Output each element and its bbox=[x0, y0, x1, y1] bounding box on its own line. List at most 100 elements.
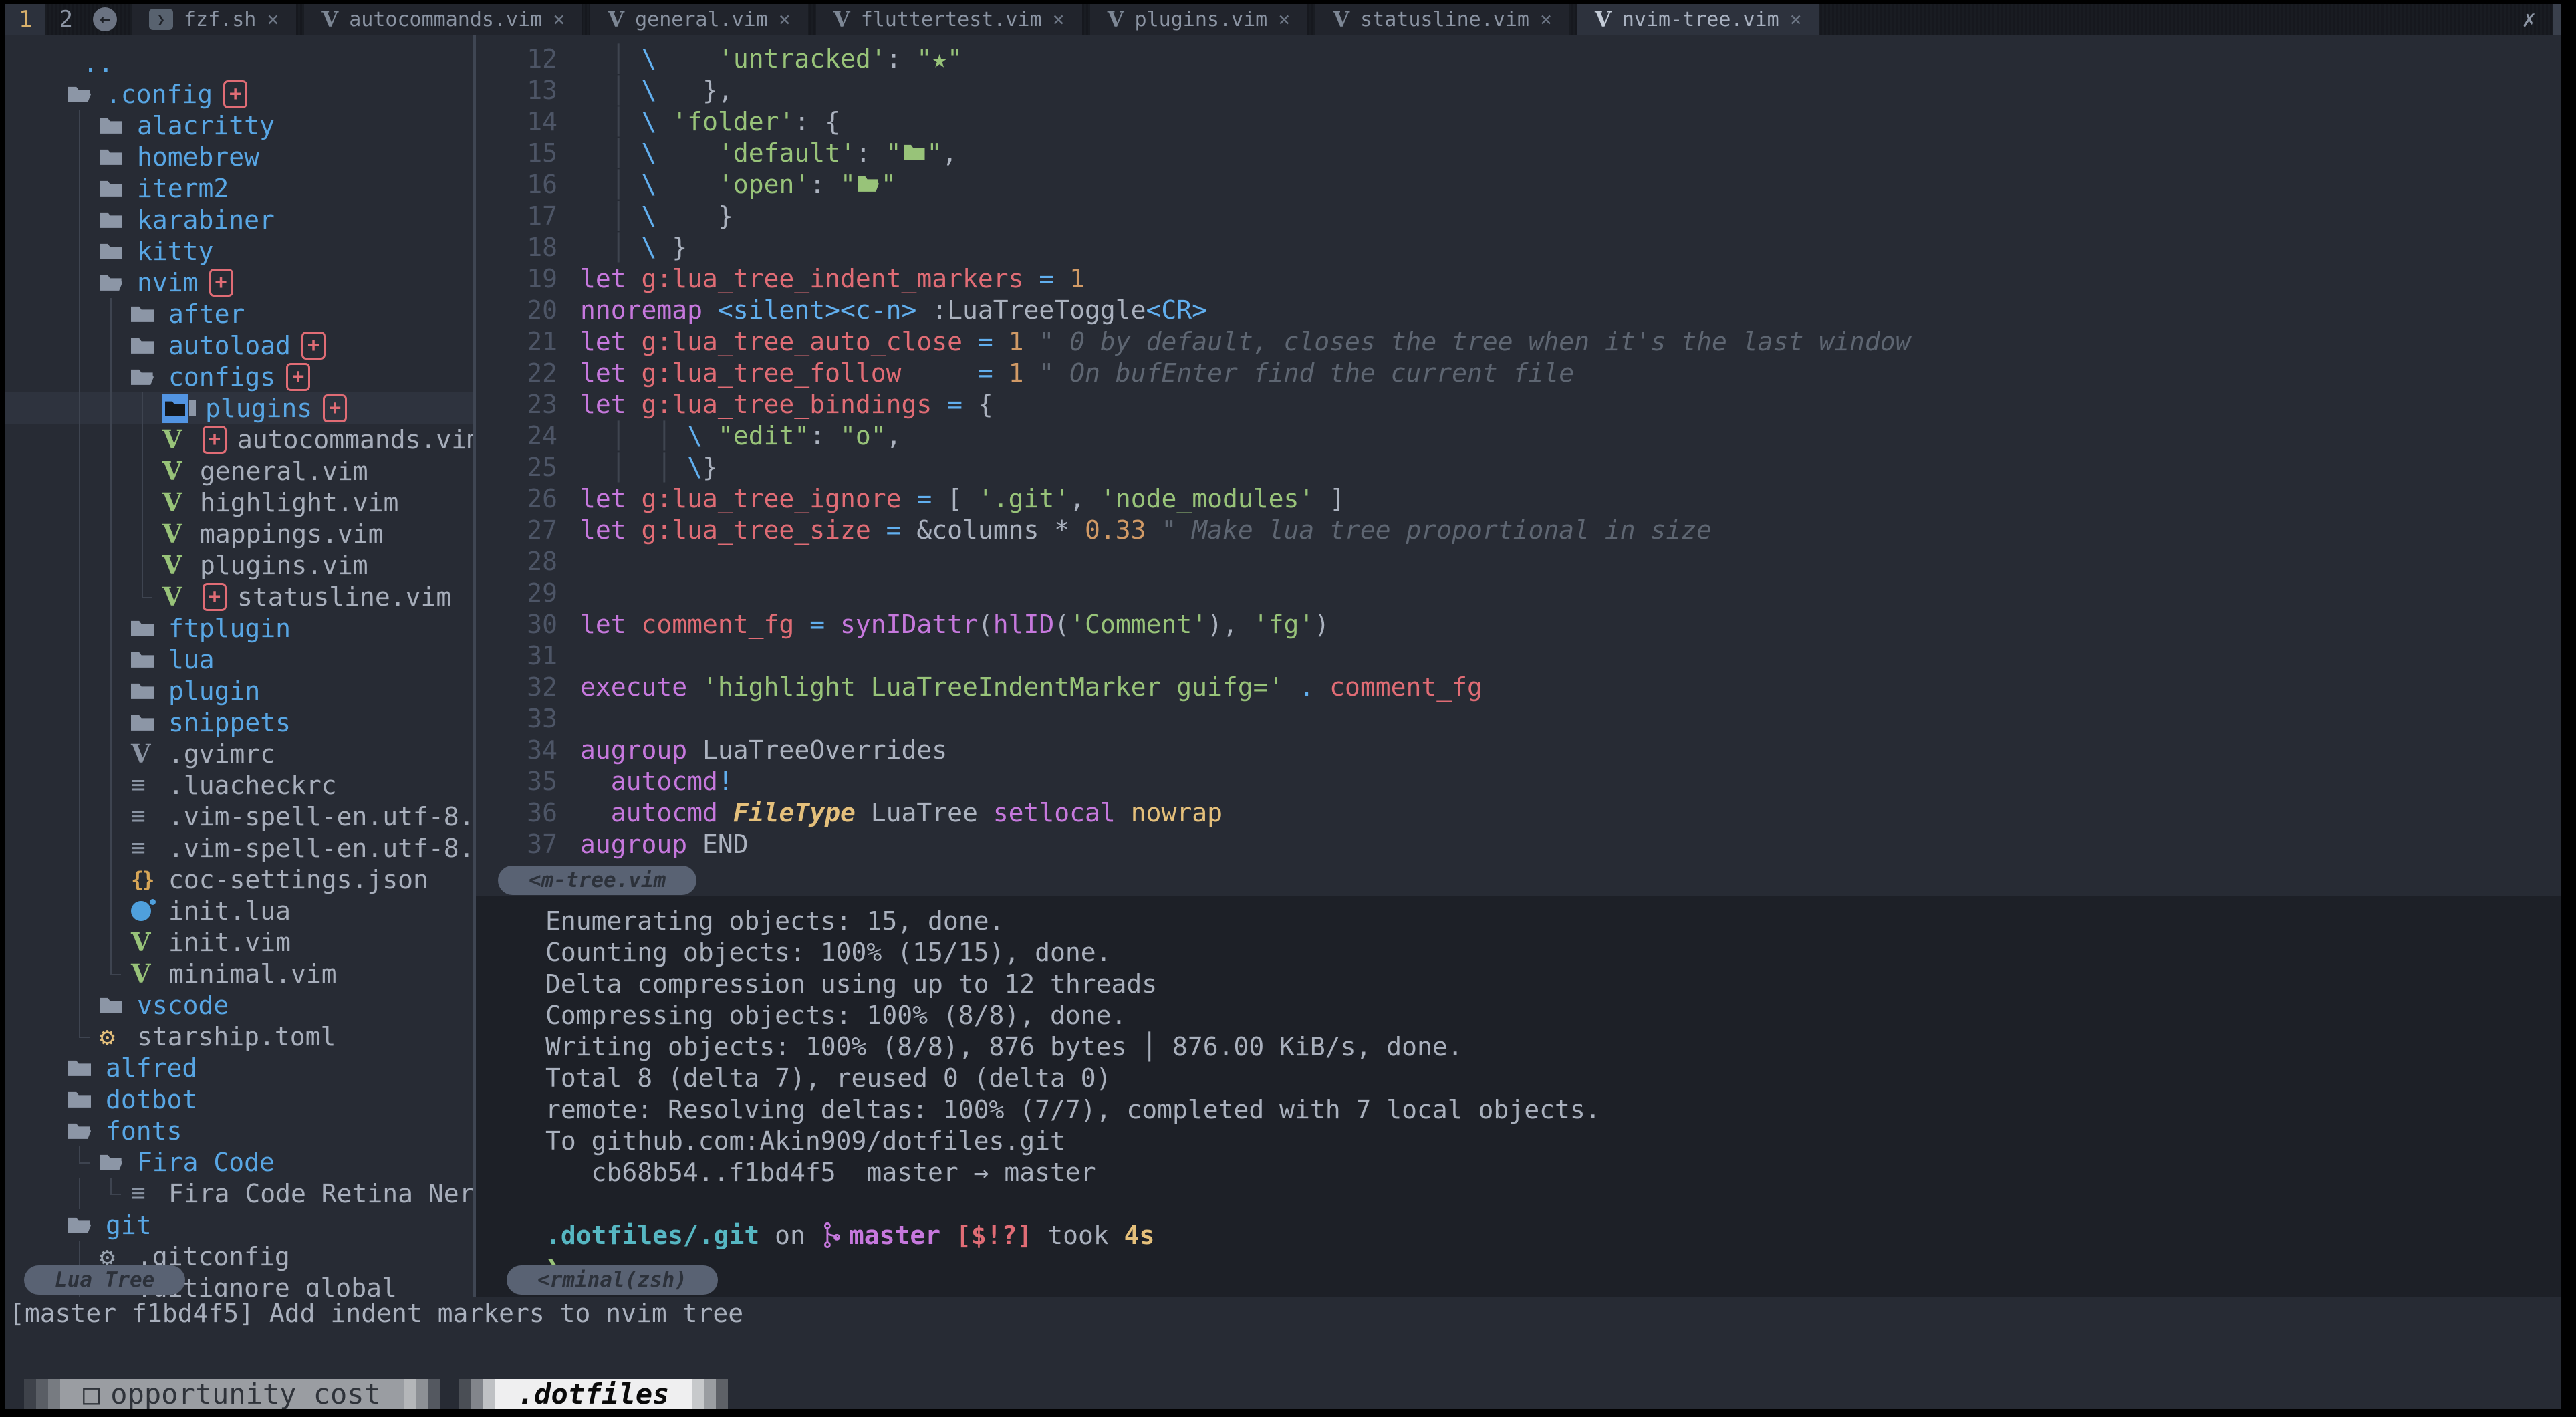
tree-item-.gvimrc[interactable]: V.gvimrc bbox=[5, 738, 473, 769]
tree-item-Fira-Code[interactable]: Fira Code bbox=[5, 1146, 473, 1178]
token: let bbox=[580, 515, 626, 545]
indent-guide bbox=[100, 958, 131, 989]
code-line-23[interactable]: 23let g:lua_tree_bindings = { bbox=[476, 388, 2561, 420]
code-line-34[interactable]: 34augroup LuaTreeOverrides bbox=[476, 734, 2561, 765]
history-back-icon[interactable]: ← bbox=[93, 7, 117, 31]
code-line-37[interactable]: 37augroup END bbox=[476, 828, 2561, 860]
tree-item-starship.toml[interactable]: ⚙starship.toml bbox=[5, 1021, 473, 1052]
code-line-17[interactable]: 17 │ \ } bbox=[476, 200, 2561, 231]
code-line-32[interactable]: 32execute 'highlight LuaTreeIndentMarker… bbox=[476, 671, 2561, 702]
tab-close-icon[interactable]: × bbox=[1540, 8, 1552, 31]
tree-item-label: git bbox=[106, 1210, 152, 1240]
tree-item-mappings.vim[interactable]: Vmappings.vim bbox=[5, 518, 473, 549]
code-line-15[interactable]: 15 │ \ 'default': "", bbox=[476, 137, 2561, 168]
tab-general.vim[interactable]: Vgeneral.vim× bbox=[590, 4, 808, 35]
editor-buffer-pill[interactable]: <m-tree.vim bbox=[498, 866, 696, 895]
code-line-33[interactable]: 33 bbox=[476, 702, 2561, 734]
tree-item-alfred[interactable]: alfred bbox=[5, 1052, 473, 1083]
token bbox=[580, 421, 611, 450]
tree-item-autoload[interactable]: autoload+ bbox=[5, 330, 473, 361]
token bbox=[626, 453, 657, 482]
code-line-30[interactable]: 30let comment_fg = synIDattr(hlID('Comme… bbox=[476, 608, 2561, 640]
tab-statusline.vim[interactable]: Vstatusline.vim× bbox=[1315, 4, 1569, 35]
tree-item-vscode[interactable]: vscode bbox=[5, 989, 473, 1021]
workspace-2[interactable]: 2 bbox=[45, 4, 86, 35]
tab-fluttertest.vim[interactable]: Vfluttertest.vim× bbox=[816, 4, 1082, 35]
tree-item-nvim[interactable]: nvim+ bbox=[5, 267, 473, 298]
tree-item-autocommands.vim[interactable]: V+autocommands.vim bbox=[5, 424, 473, 455]
tree-item-homebrew[interactable]: homebrew bbox=[5, 141, 473, 172]
tree-item-.luacheckrc[interactable]: ≡.luacheckrc bbox=[5, 769, 473, 801]
tab-close-icon[interactable]: × bbox=[267, 8, 279, 31]
token: g:lua_tree_bindings bbox=[642, 390, 932, 419]
code-line-12[interactable]: 12 │ \ 'untracked': "★" bbox=[476, 43, 2561, 74]
terminal-buffer-pill[interactable]: <rminal(zsh) bbox=[507, 1265, 718, 1295]
tree-item-kitty[interactable]: kitty bbox=[5, 235, 473, 267]
code-line-28[interactable]: 28 bbox=[476, 545, 2561, 577]
code-line-26[interactable]: 26let g:lua_tree_ignore = [ '.git', 'nod… bbox=[476, 483, 2561, 514]
code-line-24[interactable]: 24 │ │ \ "edit": "o", bbox=[476, 420, 2561, 451]
workspace-1[interactable]: 1 bbox=[5, 4, 45, 35]
tree-item-karabiner[interactable]: karabiner bbox=[5, 204, 473, 235]
tab-plugins.vim[interactable]: Vplugins.vim× bbox=[1090, 4, 1308, 35]
tree-item-general.vim[interactable]: Vgeneral.vim bbox=[5, 455, 473, 487]
tree-item-configs[interactable]: configs+ bbox=[5, 361, 473, 392]
tree-item-..[interactable]: .. bbox=[5, 47, 473, 78]
tree-item-fonts[interactable]: fonts bbox=[5, 1115, 473, 1146]
code-line-27[interactable]: 27let g:lua_tree_size = &columns * 0.33 … bbox=[476, 514, 2561, 545]
code-area: 12 │ \ 'untracked': "★"13 │ \ },14 │ \ '… bbox=[476, 43, 2561, 860]
code-line-18[interactable]: 18 │ \ } bbox=[476, 231, 2561, 263]
tree-item-label: .. bbox=[83, 48, 114, 78]
tree-item-.vim-spell-en.utf-8.[interactable]: ≡.vim-spell-en.utf-8. bbox=[5, 801, 473, 832]
code-line-21[interactable]: 21let g:lua_tree_auto_close = 1 " 0 by d… bbox=[476, 326, 2561, 357]
tree-item-plugins.vim[interactable]: Vplugins.vim bbox=[5, 549, 473, 581]
terminal-window[interactable]: Enumerating objects: 15, done.Counting o… bbox=[476, 896, 2561, 1297]
tree-item-.config[interactable]: .config+ bbox=[5, 78, 473, 110]
tab-fzf.sh[interactable]: ❯fzf.sh× bbox=[132, 4, 296, 35]
tab-close-icon[interactable]: × bbox=[1053, 8, 1065, 31]
sidebar-buffer-pill[interactable]: Lua Tree bbox=[24, 1265, 185, 1295]
code-line-29[interactable]: 29 bbox=[476, 577, 2561, 608]
tree-item-init.vim[interactable]: Vinit.vim bbox=[5, 926, 473, 958]
code-line-19[interactable]: 19let g:lua_tree_indent_markers = 1 bbox=[476, 263, 2561, 294]
editor-window[interactable]: 12 │ \ 'untracked': "★"13 │ \ },14 │ \ '… bbox=[476, 35, 2561, 896]
tree-item-lua[interactable]: lua bbox=[5, 644, 473, 675]
tree-item-plugins[interactable]: plugins+ bbox=[5, 392, 473, 424]
tree-item-coc-settings.json[interactable]: {}coc-settings.json bbox=[5, 864, 473, 895]
tab-close-icon[interactable]: × bbox=[553, 8, 565, 31]
tree-item-dotbot[interactable]: dotbot bbox=[5, 1083, 473, 1115]
code-line-13[interactable]: 13 │ \ }, bbox=[476, 74, 2561, 106]
tree-item-.vim-spell-en.utf-8.[interactable]: ≡.vim-spell-en.utf-8. bbox=[5, 832, 473, 864]
tree-item-statusline.vim[interactable]: V+statusline.vim bbox=[5, 581, 473, 612]
tree-item-after[interactable]: after bbox=[5, 298, 473, 330]
tmux-window-.dotfiles[interactable]: .dotfiles bbox=[459, 1379, 729, 1409]
code-line-16[interactable]: 16 │ \ 'open': "" bbox=[476, 168, 2561, 200]
tab-autocommands.vim[interactable]: Vautocommands.vim× bbox=[304, 4, 582, 35]
tree-item-alacritty[interactable]: alacritty bbox=[5, 110, 473, 141]
indent-guide bbox=[68, 424, 100, 455]
tree-item-ftplugin[interactable]: ftplugin bbox=[5, 612, 473, 644]
tmux-window-opportunity_cost[interactable]: □opportunity_cost bbox=[24, 1379, 440, 1409]
code-line-35[interactable]: 35 autocmd! bbox=[476, 765, 2561, 797]
tree-item-snippets[interactable]: snippets bbox=[5, 706, 473, 738]
tree-item-iterm2[interactable]: iterm2 bbox=[5, 172, 473, 204]
tree-item-minimal.vim[interactable]: Vminimal.vim bbox=[5, 958, 473, 989]
code-line-22[interactable]: 22let g:lua_tree_follow = 1 " On bufEnte… bbox=[476, 357, 2561, 388]
prompt-cursor-line[interactable]: ❯ bbox=[545, 1251, 2561, 1282]
token: = bbox=[978, 327, 993, 356]
tab-close-icon[interactable]: × bbox=[1278, 8, 1290, 31]
tab-nvim-tree.vim[interactable]: Vnvim-tree.vim× bbox=[1577, 4, 1819, 35]
tree-item-init.lua[interactable]: init.lua bbox=[5, 895, 473, 926]
close-all-icon[interactable]: ✗ bbox=[2505, 6, 2553, 33]
code-line-25[interactable]: 25 │ │ \} bbox=[476, 451, 2561, 483]
tree-item-plugin[interactable]: plugin bbox=[5, 675, 473, 706]
tree-item-Fira-Code-Retina-Ner[interactable]: ≡Fira Code Retina Ner bbox=[5, 1178, 473, 1209]
code-line-36[interactable]: 36 autocmd FileType LuaTree setlocal now… bbox=[476, 797, 2561, 828]
code-line-31[interactable]: 31 bbox=[476, 640, 2561, 671]
tree-item-git[interactable]: git bbox=[5, 1209, 473, 1241]
code-line-20[interactable]: 20nnoremap <silent><c-n> :LuaTreeToggle<… bbox=[476, 294, 2561, 326]
tree-item-highlight.vim[interactable]: Vhighlight.vim bbox=[5, 487, 473, 518]
tab-close-icon[interactable]: × bbox=[779, 8, 791, 31]
tab-close-icon[interactable]: × bbox=[1790, 8, 1802, 31]
code-line-14[interactable]: 14 │ \ 'folder': { bbox=[476, 106, 2561, 137]
